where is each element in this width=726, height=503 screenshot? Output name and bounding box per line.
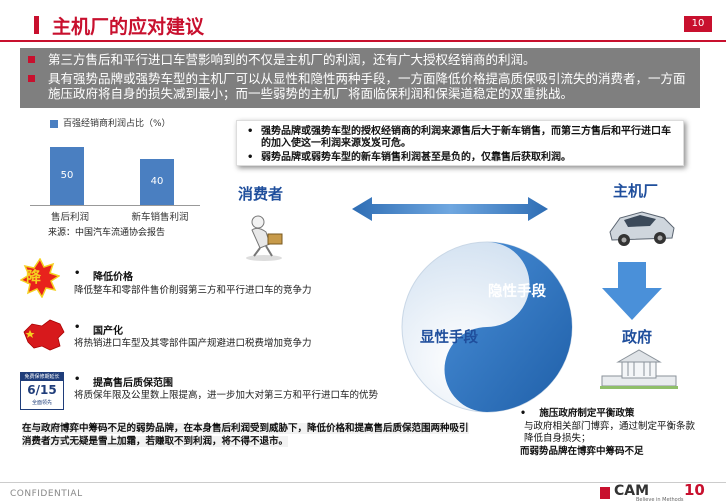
measure-desc: 将热销进口车型及其零部件国产规避进口税费增加竞争力: [74, 338, 312, 349]
consumer-figure-icon: [246, 215, 283, 261]
category-label: 售后利润: [50, 212, 89, 223]
summary-bullet: 第三方售后和平行进口车营影响到的不仅是主机厂的利润，还有广大授权经销商的利润。: [28, 52, 690, 67]
note-item: • 强势品牌或强势车型的授权经销商的利润来源售后大于新车销售，而第三方售后和平行…: [247, 126, 671, 149]
bullet-square-icon: [28, 75, 35, 82]
government-label: 政府: [622, 328, 653, 346]
government-note-emphasis: 而弱势品牌在博弈中筹码不足: [520, 445, 644, 457]
government-note: • 施压政府制定平衡政策 与政府相关部门博弈，通过制定平衡条款降低自身损失； 而…: [520, 408, 700, 458]
note-item: • 弱势品牌或弱势车型的新车销售利润甚至是负的，仅靠售后获取利润。: [247, 152, 571, 163]
down-arrow-icon: [602, 262, 662, 320]
title-rule: [0, 40, 726, 42]
consumer-label: 消费者: [238, 185, 284, 203]
title-accent: [34, 16, 39, 34]
x-axis: [30, 205, 200, 206]
government-note-body: 与政府相关部门博弈，通过制定平衡条款降低自身损失；: [524, 420, 696, 445]
two-way-arrow-icon: [352, 197, 548, 221]
warranty-icon: 免费保修期延长 6/15 全面领先: [20, 372, 64, 410]
measure-desc: 将质保年限及公里数上限提高，进一步加大对第三方和平行进口车的优势: [74, 390, 379, 401]
summary-banner: 第三方售后和平行进口车营影响到的不仅是主机厂的利润，还有广大授权经销商的利润。 …: [20, 48, 700, 108]
measure-bullet: •: [74, 374, 81, 385]
measure-bullet: •: [74, 322, 81, 333]
category-label: 新车销售利润: [131, 212, 189, 223]
implicit-means-label: 隐性手段: [488, 284, 546, 300]
government-building-icon: [600, 349, 678, 389]
oem-label: 主机厂: [613, 182, 659, 200]
legend-label: 百强经销商利润占比（%）: [63, 119, 171, 129]
page-title: 主机厂的应对建议: [52, 16, 205, 38]
bullet-dot-icon: •: [247, 152, 254, 163]
notes-box: • 强势品牌或强势车型的授权经销商的利润来源售后大于新车销售，而第三方售后和平行…: [236, 120, 684, 166]
bar-value: 40: [150, 176, 164, 187]
price-drop-badge: 降: [26, 268, 42, 286]
cam-logo-mark: [600, 487, 610, 499]
chart-source: 来源：中国汽车流通协会报告: [48, 228, 166, 238]
bar-value: 50: [60, 170, 74, 181]
conclusion-text: 在与政府博弈中筹码不足的弱势品牌，在本身售后利润受到威胁下，降低价格和提高售后质…: [22, 423, 469, 447]
bar-aftersales: 50: [50, 147, 84, 205]
measure-desc: 降低整车和零部件售价削弱第三方和平行进口车的竞争力: [74, 285, 312, 296]
measure-bullet: •: [74, 268, 81, 279]
page-number: 10: [684, 16, 712, 32]
china-map-icon: [23, 319, 65, 351]
car-icon: [609, 211, 675, 246]
confidential-label: CONFIDENTIAL: [10, 489, 83, 499]
bullet-square-icon: [28, 56, 35, 63]
cam-tagline: Believe in Methods: [636, 497, 684, 503]
bullet-dot-icon: •: [247, 126, 254, 137]
anniversary-logo: 10: [684, 481, 705, 499]
summary-bullet: 具有强势品牌或强势车型的主机厂可以从显性和隐性两种手段，一方面降低价格提高质保吸…: [28, 71, 690, 101]
bar-new-car-sales: 40: [140, 159, 174, 205]
explicit-means-label: 显性手段: [420, 330, 478, 346]
legend-swatch: [50, 120, 58, 128]
government-note-title: • 施压政府制定平衡政策: [520, 408, 635, 419]
measure-title: 降低价格: [93, 272, 133, 283]
